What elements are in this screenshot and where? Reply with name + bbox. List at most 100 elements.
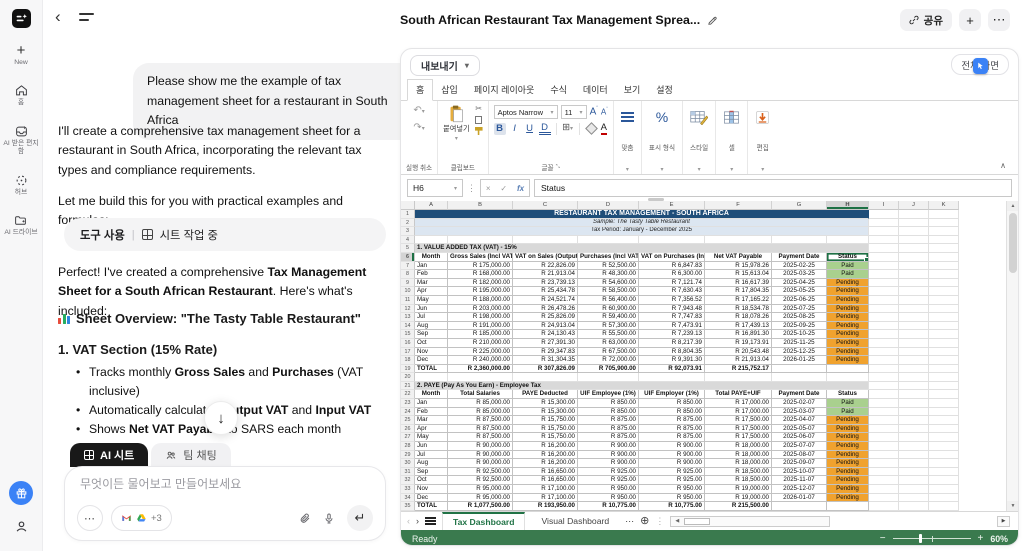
column-header-G[interactable]: G xyxy=(772,201,827,210)
sheet-cell[interactable]: R 195,000.00 xyxy=(448,287,513,296)
sheet-cell[interactable] xyxy=(899,305,929,314)
composer-more-button[interactable]: ⋯ xyxy=(77,505,103,531)
sheet-cell[interactable] xyxy=(929,408,959,417)
sheet-cell[interactable]: R 18,000.00 xyxy=(705,451,772,460)
scroll-down-icon[interactable]: ▼ xyxy=(1007,501,1019,511)
sheet-cell[interactable]: Pending xyxy=(827,425,869,434)
sheet-cell[interactable]: R 925.00 xyxy=(639,468,705,477)
sheet-cell[interactable]: R 17,000.00 xyxy=(705,408,772,417)
column-header-A[interactable]: A xyxy=(415,201,448,210)
scroll-right-icon[interactable]: ▶ xyxy=(997,516,1010,527)
row-header-13[interactable]: 13 xyxy=(401,313,415,322)
chat-input[interactable] xyxy=(80,477,370,491)
sheet-cell[interactable] xyxy=(899,356,929,365)
sheet-cell[interactable]: R 15,613.04 xyxy=(705,270,772,279)
sheet-cell[interactable]: R 55,500.00 xyxy=(578,330,639,339)
sheet-cell[interactable]: R 950.00 xyxy=(639,494,705,503)
ribbon-tab-수식[interactable]: 수식 xyxy=(542,80,575,100)
sheet-cell[interactable] xyxy=(929,476,959,485)
zoom-slider-thumb[interactable] xyxy=(919,534,922,543)
ribbon-tab-삽입[interactable]: 삽입 xyxy=(433,80,466,100)
sheet-cell[interactable] xyxy=(899,408,929,417)
sheet-cell[interactable] xyxy=(899,494,929,503)
number-format-button[interactable]: % 표시 형식 ▾ xyxy=(642,101,683,174)
sheet-cell[interactable] xyxy=(869,322,899,331)
column-header-F[interactable]: F xyxy=(705,201,772,210)
sheet-cell[interactable]: R 24,521.74 xyxy=(513,296,578,305)
scroll-left-icon[interactable]: ◀ xyxy=(671,517,683,526)
double-underline-button[interactable]: D xyxy=(539,123,551,135)
sheet-cell[interactable]: Pending xyxy=(827,279,869,288)
sheet-cell[interactable] xyxy=(899,382,929,391)
ribbon-tab-페이지 레이아웃[interactable]: 페이지 레이아웃 xyxy=(466,80,542,100)
sheet-cell[interactable]: R 2,360,000.00 xyxy=(448,365,513,374)
sheet-cell[interactable] xyxy=(929,330,959,339)
sheet-cell[interactable]: R 15,300.00 xyxy=(513,399,578,408)
vertical-scrollbar[interactable]: ▲ ▼ xyxy=(1006,201,1018,511)
sheet-cell[interactable]: R 17,804.35 xyxy=(705,287,772,296)
sheet-cell[interactable]: Dec xyxy=(415,494,448,503)
sheet-cell[interactable] xyxy=(448,373,513,382)
sheet-cell[interactable] xyxy=(772,365,827,374)
sheet-cell[interactable]: R 925.00 xyxy=(578,476,639,485)
share-button[interactable]: 공유 xyxy=(900,9,952,31)
sheet-cell[interactable] xyxy=(827,373,869,382)
sheet-cell[interactable]: R 1,077,500.00 xyxy=(448,502,513,511)
sheet-cell[interactable] xyxy=(869,459,899,468)
sheet-cell[interactable]: R 17,165.22 xyxy=(705,296,772,305)
shrink-font-button[interactable]: Aˇ xyxy=(601,107,608,117)
sheet-cell[interactable]: R 18,534.78 xyxy=(705,305,772,314)
sheet-cell[interactable] xyxy=(869,330,899,339)
sheet-cell[interactable]: 2025-07-07 xyxy=(772,442,827,451)
sheet-cell[interactable] xyxy=(899,270,929,279)
prev-sheet-icon[interactable]: ‹ xyxy=(407,517,410,526)
sheet-cell[interactable]: Nov xyxy=(415,485,448,494)
row-header-10[interactable]: 10 xyxy=(401,287,415,296)
sheet-cell[interactable] xyxy=(869,210,899,219)
sheet-cell[interactable]: PAYE Deducted xyxy=(513,390,578,399)
sheet-cell[interactable]: R 23,739.13 xyxy=(513,279,578,288)
sheet-cell[interactable] xyxy=(929,313,959,322)
sheet-cell[interactable]: R 95,000.00 xyxy=(448,494,513,503)
sheet-cell[interactable] xyxy=(899,330,929,339)
column-header-D[interactable]: D xyxy=(578,201,639,210)
sheet-cell[interactable]: R 17,500.00 xyxy=(705,425,772,434)
row-header-19[interactable]: 19 xyxy=(401,365,415,374)
sheet-cell[interactable]: R 17,000.00 xyxy=(705,399,772,408)
sheet-cell[interactable] xyxy=(869,365,899,374)
sheet-cell[interactable] xyxy=(929,287,959,296)
sheet-cell[interactable] xyxy=(929,348,959,357)
sheet-cell[interactable]: R 7,239.13 xyxy=(639,330,705,339)
sheet-cell[interactable]: Payment Date xyxy=(772,253,827,262)
sheet-cell[interactable]: R 17,439.13 xyxy=(705,322,772,331)
sheet-cell[interactable]: R 25,826.09 xyxy=(513,313,578,322)
sheet-cell[interactable]: R 950.00 xyxy=(578,485,639,494)
sheet-cell[interactable]: Jan xyxy=(415,399,448,408)
sheet-cell[interactable] xyxy=(899,296,929,305)
styles-button[interactable]: 스타일 ▾ xyxy=(683,101,716,174)
sheet-cell[interactable]: Pending xyxy=(827,296,869,305)
sheet-cell[interactable]: Pending xyxy=(827,348,869,357)
sheet-cell[interactable] xyxy=(869,485,899,494)
sheet-cell[interactable] xyxy=(772,502,827,511)
sheet-cell[interactable] xyxy=(827,236,869,245)
sheet-cell[interactable]: TOTAL xyxy=(415,365,448,374)
sheet-cell[interactable]: 2025-03-25 xyxy=(772,270,827,279)
sheet-cell[interactable] xyxy=(929,296,959,305)
sheet-cell[interactable] xyxy=(929,399,959,408)
sheet-cell[interactable]: R 18,500.00 xyxy=(705,468,772,477)
app-logo-icon[interactable] xyxy=(12,9,31,28)
sheet-cell[interactable]: May xyxy=(415,296,448,305)
add-sheet-icon[interactable]: ⊕ xyxy=(640,516,649,527)
sheet-cell[interactable] xyxy=(899,227,929,236)
sheet-cell[interactable]: Month xyxy=(415,390,448,399)
row-header-25[interactable]: 25 xyxy=(401,416,415,425)
sheet-cell[interactable] xyxy=(869,227,899,236)
sheet-cell[interactable]: R 191,000.00 xyxy=(448,322,513,331)
sheet-cell[interactable]: Pending xyxy=(827,485,869,494)
sheet-cell[interactable] xyxy=(899,339,929,348)
row-header-17[interactable]: 17 xyxy=(401,348,415,357)
sheet-cell[interactable] xyxy=(899,279,929,288)
row-header-33[interactable]: 33 xyxy=(401,485,415,494)
bold-button[interactable]: B xyxy=(494,123,506,135)
